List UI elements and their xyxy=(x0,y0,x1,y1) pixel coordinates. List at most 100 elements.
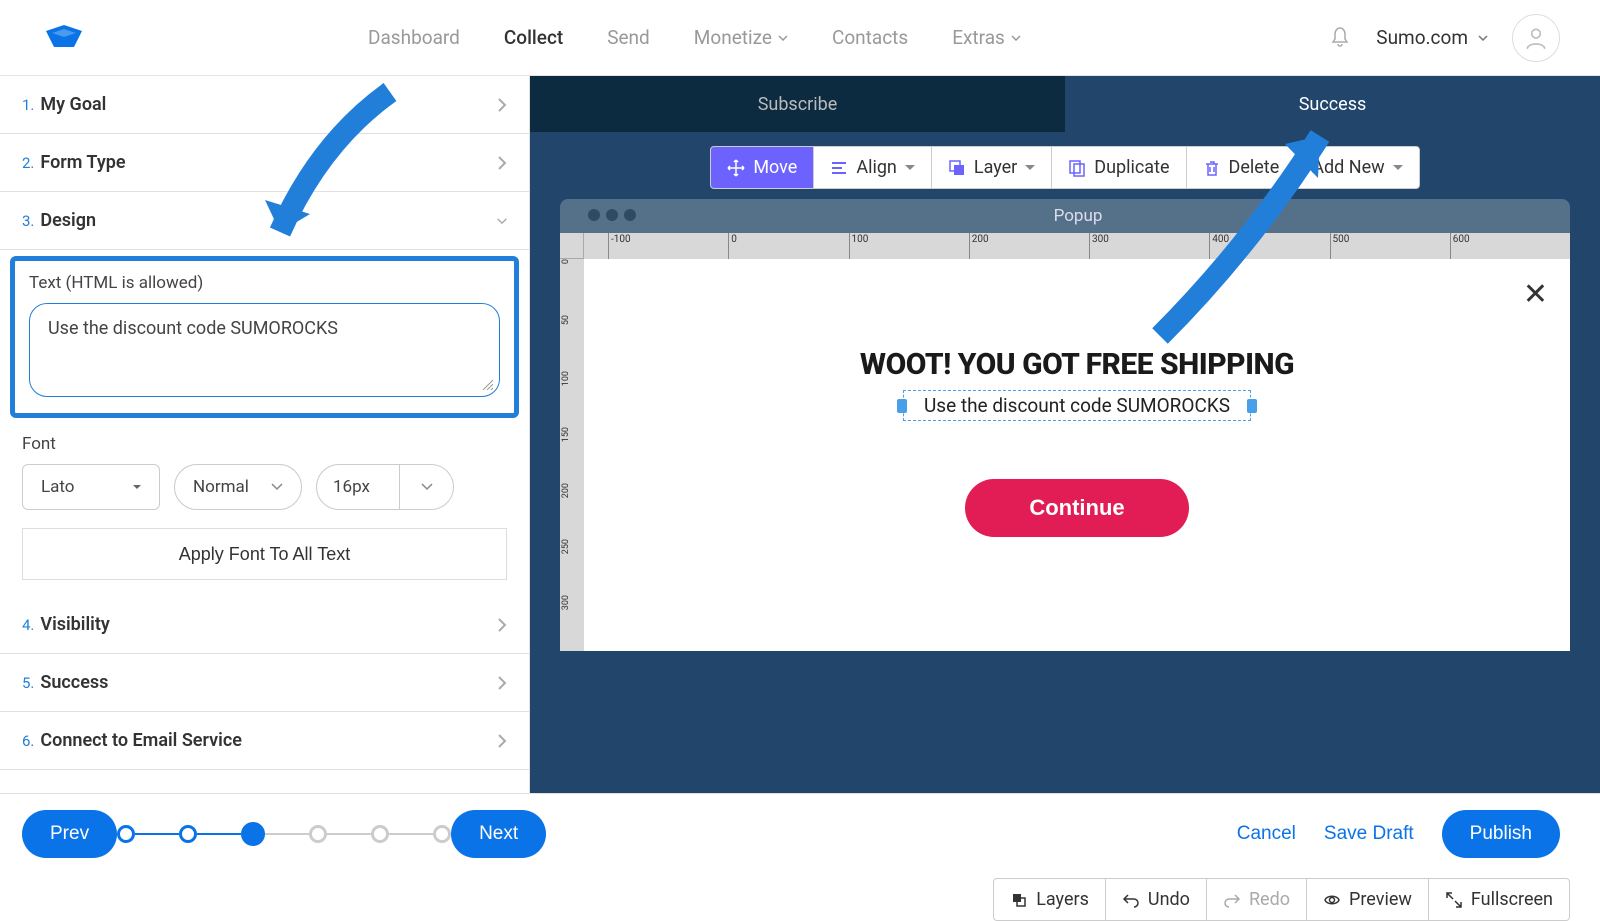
step-title: My Goal xyxy=(40,94,106,115)
resize-handle-icon[interactable] xyxy=(483,380,493,390)
account-name: Sumo.com xyxy=(1376,26,1468,49)
chevron-down-icon xyxy=(778,35,788,41)
editor-panel: Subscribe Success Move Align Layer xyxy=(530,76,1600,873)
layer-button[interactable]: Layer xyxy=(932,147,1052,188)
nav-contacts[interactable]: Contacts xyxy=(832,26,908,49)
step-num: 1. xyxy=(22,96,34,114)
progress-dot[interactable] xyxy=(179,825,197,843)
eye-icon xyxy=(1323,891,1341,909)
layers-button[interactable]: Layers xyxy=(994,879,1106,920)
font-style-select[interactable]: Normal xyxy=(174,464,302,510)
bell-icon[interactable] xyxy=(1328,26,1352,50)
progress-dot[interactable] xyxy=(117,825,135,843)
person-icon xyxy=(1523,25,1549,51)
step-form-type[interactable]: 2.Form Type xyxy=(0,134,529,192)
progress-indicator xyxy=(117,822,451,846)
fullscreen-button[interactable]: Fullscreen xyxy=(1429,879,1569,920)
preview-button[interactable]: Preview xyxy=(1307,879,1429,920)
font-family-select[interactable]: Lato xyxy=(22,464,160,510)
nav-extras[interactable]: Extras xyxy=(952,26,1021,49)
nav-collect[interactable]: Collect xyxy=(504,26,563,49)
chevron-down-icon xyxy=(1478,35,1488,41)
preview-label: Preview xyxy=(1349,889,1412,910)
align-button[interactable]: Align xyxy=(814,147,932,188)
text-input[interactable] xyxy=(38,312,491,384)
undo-icon xyxy=(1122,891,1140,909)
selection-handle-right[interactable] xyxy=(1247,399,1257,413)
progress-dot[interactable] xyxy=(371,825,389,843)
step-visibility[interactable]: 4.Visibility xyxy=(0,596,529,654)
avatar[interactable] xyxy=(1512,14,1560,62)
tab-subscribe[interactable]: Subscribe xyxy=(530,76,1065,132)
preview-window: Popup -1000100200300400500600 0501001502… xyxy=(560,199,1570,651)
window-dot xyxy=(606,209,618,221)
brand-logo[interactable] xyxy=(40,14,88,62)
layer-icon xyxy=(948,159,966,177)
progress-dot[interactable] xyxy=(309,825,327,843)
prev-button[interactable]: Prev xyxy=(22,810,117,858)
popup-canvas[interactable]: ✕ WOOT! YOU GOT FREE SHIPPING Use the di… xyxy=(584,259,1570,651)
step-num: 6. xyxy=(22,732,34,750)
chevron-down-icon xyxy=(1011,35,1021,41)
redo-button[interactable]: Redo xyxy=(1207,879,1307,920)
top-nav: Dashboard Collect Send Monetize Contacts… xyxy=(0,0,1600,76)
progress-dot[interactable] xyxy=(433,825,451,843)
font-section: Font Lato Normal 16px xyxy=(0,424,529,596)
editor-tabs: Subscribe Success xyxy=(530,76,1600,132)
move-button[interactable]: Move xyxy=(711,147,814,188)
step-title: Visibility xyxy=(40,614,109,635)
delete-button[interactable]: Delete xyxy=(1187,147,1297,188)
ruler-vertical: 050100150200250300 xyxy=(560,259,584,651)
nav-dashboard[interactable]: Dashboard xyxy=(368,26,460,49)
window-dot xyxy=(588,209,600,221)
font-style-value: Normal xyxy=(193,477,249,497)
ruler-horizontal: -1000100200300400500600 xyxy=(584,233,1570,259)
save-draft-button[interactable]: Save Draft xyxy=(1324,823,1414,845)
chevron-down-icon xyxy=(421,483,433,491)
chevron-right-icon xyxy=(497,156,507,170)
step-success[interactable]: 5.Success xyxy=(0,654,529,712)
progress-dot-current[interactable] xyxy=(241,822,265,846)
font-size-input[interactable]: 16px xyxy=(316,464,400,510)
popup-headline[interactable]: WOOT! YOU GOT FREE SHIPPING xyxy=(860,347,1294,382)
topnav-right: Sumo.com xyxy=(1328,14,1560,62)
account-selector[interactable]: Sumo.com xyxy=(1376,26,1488,49)
left-panel: 1.My Goal 2.Form Type 3.Design Text (HTM… xyxy=(0,76,530,873)
step-title: Success xyxy=(40,672,108,693)
caret-icon xyxy=(1393,165,1403,171)
step-design[interactable]: 3.Design xyxy=(0,192,529,250)
align-icon xyxy=(830,159,848,177)
publish-button[interactable]: Publish xyxy=(1442,810,1560,858)
nav-send[interactable]: Send xyxy=(607,26,650,49)
font-size-dropdown[interactable] xyxy=(400,464,454,510)
editor-toolbar: Move Align Layer Duplicate xyxy=(530,132,1600,189)
step-my-goal[interactable]: 1. My Goal xyxy=(0,76,529,134)
caret-icon xyxy=(1025,165,1035,171)
popup-continue-button[interactable]: Continue xyxy=(965,479,1188,537)
ruler-corner xyxy=(560,233,584,259)
nav-monetize[interactable]: Monetize xyxy=(694,26,788,49)
undo-button[interactable]: Undo xyxy=(1106,879,1207,920)
undo-label: Undo xyxy=(1148,889,1190,910)
step-connect-email[interactable]: 6.Connect to Email Service xyxy=(0,712,529,770)
tab-success[interactable]: Success xyxy=(1065,76,1600,132)
duplicate-button[interactable]: Duplicate xyxy=(1052,147,1186,188)
canvas-wrap: Popup -1000100200300400500600 0501001502… xyxy=(530,189,1600,873)
popup-subtitle[interactable]: Use the discount code SUMOROCKS xyxy=(903,390,1251,421)
step-num: 2. xyxy=(22,154,34,172)
close-icon[interactable]: ✕ xyxy=(1523,277,1548,312)
cancel-button[interactable]: Cancel xyxy=(1237,823,1296,845)
nav-monetize-label: Monetize xyxy=(694,26,772,49)
window-dot xyxy=(624,209,636,221)
caret-icon xyxy=(133,483,141,491)
chevron-right-icon xyxy=(497,734,507,748)
popup-subtitle-selected[interactable]: Use the discount code SUMOROCKS xyxy=(903,390,1251,421)
steps-list: 1.My Goal 2.Form Type 3.Design Text (HTM… xyxy=(0,76,529,873)
apply-font-button[interactable]: Apply Font To All Text xyxy=(22,528,507,580)
next-button[interactable]: Next xyxy=(451,810,546,858)
canvas-bottom-toolbar: Layers Undo Redo Preview Fullscreen xyxy=(993,878,1570,921)
nav-extras-label: Extras xyxy=(952,26,1005,49)
font-label: Font xyxy=(22,434,507,454)
addnew-button[interactable]: Add New xyxy=(1296,147,1418,188)
layers-icon xyxy=(1010,891,1028,909)
